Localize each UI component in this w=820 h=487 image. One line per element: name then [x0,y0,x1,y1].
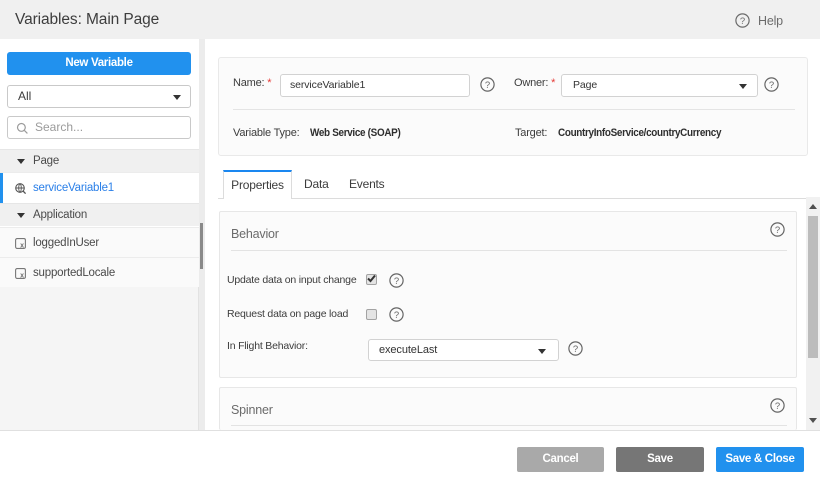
svg-text:?: ? [740,16,745,27]
svg-text:?: ? [394,310,399,321]
svg-text:?: ? [775,401,780,412]
svg-text:?: ? [394,276,399,287]
svg-text:?: ? [485,80,490,91]
svg-text:?: ? [769,80,774,91]
svg-text:x: x [20,243,24,250]
svg-text:?: ? [775,225,780,236]
svg-text:x: x [20,273,24,280]
svg-text:?: ? [573,344,578,355]
